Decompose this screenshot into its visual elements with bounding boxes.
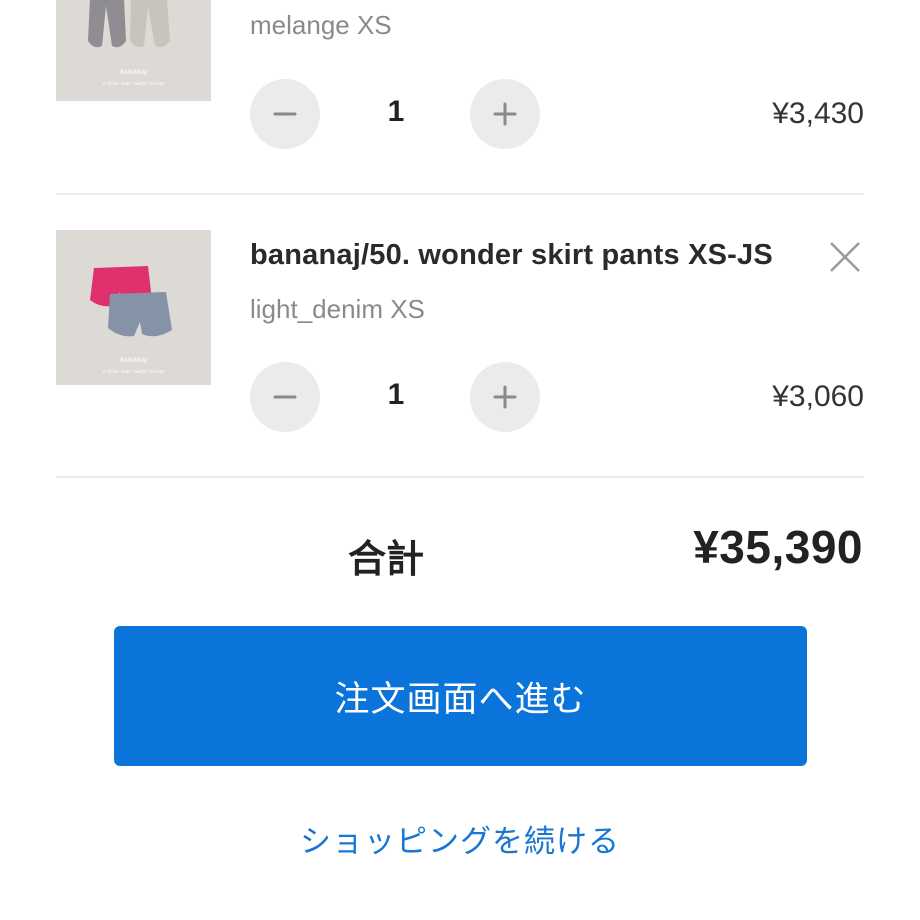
- continue-shopping-link[interactable]: ショッピングを続ける: [0, 816, 920, 861]
- item-variant: melange XS: [250, 10, 392, 40]
- svg-text:a little kids' outfit brand: a little kids' outfit brand: [103, 369, 164, 375]
- plus-icon: [493, 102, 517, 126]
- pants-photo-icon: BANANAJ a little kids' outfit brand: [56, 0, 211, 101]
- increase-quantity-button[interactable]: [470, 79, 540, 149]
- decrease-quantity-button[interactable]: [250, 79, 320, 149]
- skirt-pants-photo-icon: BANANAJ a little kids' outfit brand: [56, 230, 211, 385]
- item-name[interactable]: bananaj/50. wonder skirt pants XS-JS: [250, 239, 773, 272]
- decrease-quantity-button[interactable]: [250, 362, 320, 432]
- svg-text:a little kids' outfit brand: a little kids' outfit brand: [103, 81, 164, 87]
- product-image[interactable]: BANANAJ a little kids' outfit brand: [56, 0, 211, 101]
- increase-quantity-button[interactable]: [470, 362, 540, 432]
- total-value: ¥35,390: [693, 521, 863, 573]
- quantity-value: 1: [387, 95, 405, 128]
- close-icon: [830, 242, 860, 272]
- remove-item-button[interactable]: [826, 238, 864, 276]
- product-image[interactable]: BANANAJ a little kids' outfit brand: [56, 230, 211, 385]
- item-variant: light_denim XS: [250, 294, 425, 324]
- divider: [56, 193, 864, 195]
- divider: [56, 476, 864, 478]
- svg-text:BANANAJ: BANANAJ: [120, 357, 147, 364]
- cart-item: BANANAJ a little kids' outfit brand mela…: [56, 0, 864, 180]
- minus-icon: [273, 395, 297, 399]
- quantity-value: 1: [387, 378, 405, 411]
- cart-item: BANANAJ a little kids' outfit brand bana…: [56, 230, 864, 450]
- item-price: ¥3,060: [772, 380, 864, 413]
- item-price: ¥3,430: [772, 97, 864, 130]
- total-label: 合計: [348, 539, 425, 581]
- checkout-button[interactable]: 注文画面へ進む: [114, 626, 807, 766]
- plus-icon: [493, 385, 517, 409]
- minus-icon: [273, 112, 297, 116]
- svg-text:BANANAJ: BANANAJ: [120, 69, 147, 76]
